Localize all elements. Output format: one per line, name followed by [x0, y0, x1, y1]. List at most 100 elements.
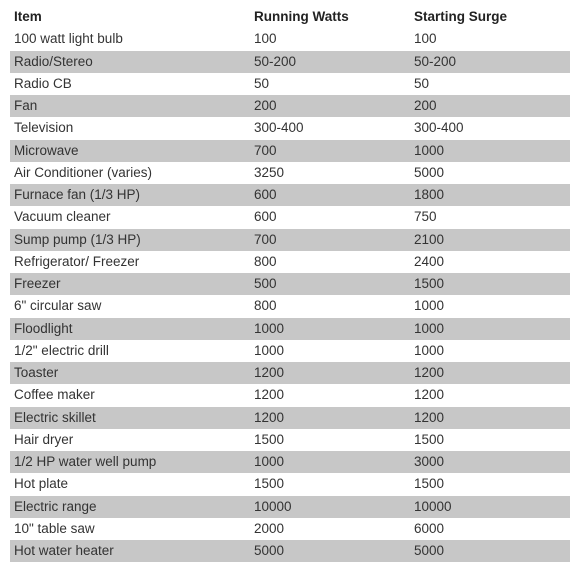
table-row: Hot water heater50005000 — [10, 540, 570, 562]
table-row: Coffee maker12001200 — [10, 384, 570, 406]
cell-item: Television — [10, 117, 250, 139]
cell-running-watts: 1000 — [250, 340, 410, 362]
table-row: 1/2" electric drill10001000 — [10, 340, 570, 362]
wattage-table: Item Running Watts Starting Surge 100 wa… — [10, 6, 570, 562]
cell-item: 1/2 HP water well pump — [10, 451, 250, 473]
cell-item: Electric range — [10, 496, 250, 518]
cell-running-watts: 500 — [250, 273, 410, 295]
cell-running-watts: 700 — [250, 229, 410, 251]
cell-starting-surge: 3000 — [410, 451, 570, 473]
cell-starting-surge: 5000 — [410, 162, 570, 184]
cell-starting-surge: 50 — [410, 73, 570, 95]
table-row: Refrigerator/ Freezer8002400 — [10, 251, 570, 273]
cell-item: 1/2" electric drill — [10, 340, 250, 362]
cell-starting-surge: 1000 — [410, 318, 570, 340]
cell-starting-surge: 50-200 — [410, 51, 570, 73]
cell-item: Vacuum cleaner — [10, 206, 250, 228]
table-row: Sump pump (1/3 HP)7002100 — [10, 229, 570, 251]
cell-starting-surge: 10000 — [410, 496, 570, 518]
cell-starting-surge: 1500 — [410, 273, 570, 295]
cell-running-watts: 800 — [250, 295, 410, 317]
cell-starting-surge: 2100 — [410, 229, 570, 251]
cell-starting-surge: 1000 — [410, 140, 570, 162]
cell-starting-surge: 1200 — [410, 362, 570, 384]
cell-item: Furnace fan (1/3 HP) — [10, 184, 250, 206]
cell-item: 10" table saw — [10, 518, 250, 540]
cell-running-watts: 10000 — [250, 496, 410, 518]
cell-starting-surge: 6000 — [410, 518, 570, 540]
table-row: 1/2 HP water well pump10003000 — [10, 451, 570, 473]
table-row: Radio CB5050 — [10, 73, 570, 95]
table-row: Vacuum cleaner600750 — [10, 206, 570, 228]
cell-item: Fan — [10, 95, 250, 117]
cell-starting-surge: 2400 — [410, 251, 570, 273]
table-row: Furnace fan (1/3 HP)6001800 — [10, 184, 570, 206]
cell-item: Hot water heater — [10, 540, 250, 562]
table-row: 100 watt light bulb100100 — [10, 28, 570, 50]
cell-running-watts: 300-400 — [250, 117, 410, 139]
cell-item: Toaster — [10, 362, 250, 384]
table-row: Air Conditioner (varies)32505000 — [10, 162, 570, 184]
table-row: Microwave7001000 — [10, 140, 570, 162]
cell-running-watts: 200 — [250, 95, 410, 117]
table-row: Fan200200 — [10, 95, 570, 117]
cell-starting-surge: 1200 — [410, 407, 570, 429]
header-surge: Starting Surge — [410, 6, 570, 28]
cell-running-watts: 700 — [250, 140, 410, 162]
table-row: Toaster12001200 — [10, 362, 570, 384]
cell-item: Refrigerator/ Freezer — [10, 251, 250, 273]
cell-item: Freezer — [10, 273, 250, 295]
cell-running-watts: 50-200 — [250, 51, 410, 73]
cell-running-watts: 800 — [250, 251, 410, 273]
cell-running-watts: 3250 — [250, 162, 410, 184]
cell-item: Sump pump (1/3 HP) — [10, 229, 250, 251]
table-row: Electric range1000010000 — [10, 496, 570, 518]
cell-running-watts: 1500 — [250, 473, 410, 495]
cell-running-watts: 1200 — [250, 384, 410, 406]
cell-running-watts: 2000 — [250, 518, 410, 540]
cell-starting-surge: 1000 — [410, 295, 570, 317]
cell-running-watts: 50 — [250, 73, 410, 95]
cell-running-watts: 600 — [250, 184, 410, 206]
cell-running-watts: 100 — [250, 28, 410, 50]
cell-starting-surge: 200 — [410, 95, 570, 117]
cell-item: Air Conditioner (varies) — [10, 162, 250, 184]
cell-running-watts: 600 — [250, 206, 410, 228]
cell-item: Electric skillet — [10, 407, 250, 429]
cell-item: 100 watt light bulb — [10, 28, 250, 50]
cell-running-watts: 1200 — [250, 362, 410, 384]
table-row: Freezer5001500 — [10, 273, 570, 295]
cell-starting-surge: 1500 — [410, 473, 570, 495]
header-running: Running Watts — [250, 6, 410, 28]
table-header-row: Item Running Watts Starting Surge — [10, 6, 570, 28]
cell-starting-surge: 1500 — [410, 429, 570, 451]
cell-running-watts: 1000 — [250, 451, 410, 473]
cell-item: Hair dryer — [10, 429, 250, 451]
cell-running-watts: 1200 — [250, 407, 410, 429]
cell-item: Radio CB — [10, 73, 250, 95]
table-body: 100 watt light bulb100100Radio/Stereo50-… — [10, 28, 570, 562]
cell-starting-surge: 100 — [410, 28, 570, 50]
cell-item: Coffee maker — [10, 384, 250, 406]
cell-item: Microwave — [10, 140, 250, 162]
cell-starting-surge: 300-400 — [410, 117, 570, 139]
table-row: Radio/Stereo50-20050-200 — [10, 51, 570, 73]
cell-running-watts: 5000 — [250, 540, 410, 562]
table-row: 6" circular saw8001000 — [10, 295, 570, 317]
header-item: Item — [10, 6, 250, 28]
cell-item: Hot plate — [10, 473, 250, 495]
cell-running-watts: 1000 — [250, 318, 410, 340]
wattage-table-container: Item Running Watts Starting Surge 100 wa… — [0, 0, 576, 520]
cell-starting-surge: 750 — [410, 206, 570, 228]
cell-item: 6" circular saw — [10, 295, 250, 317]
cell-starting-surge: 1800 — [410, 184, 570, 206]
cell-item: Floodlight — [10, 318, 250, 340]
cell-running-watts: 1500 — [250, 429, 410, 451]
table-row: Floodlight10001000 — [10, 318, 570, 340]
cell-starting-surge: 1000 — [410, 340, 570, 362]
table-row: Hot plate15001500 — [10, 473, 570, 495]
table-row: Television300-400300-400 — [10, 117, 570, 139]
table-row: Electric skillet12001200 — [10, 407, 570, 429]
table-row: Hair dryer15001500 — [10, 429, 570, 451]
cell-starting-surge: 5000 — [410, 540, 570, 562]
